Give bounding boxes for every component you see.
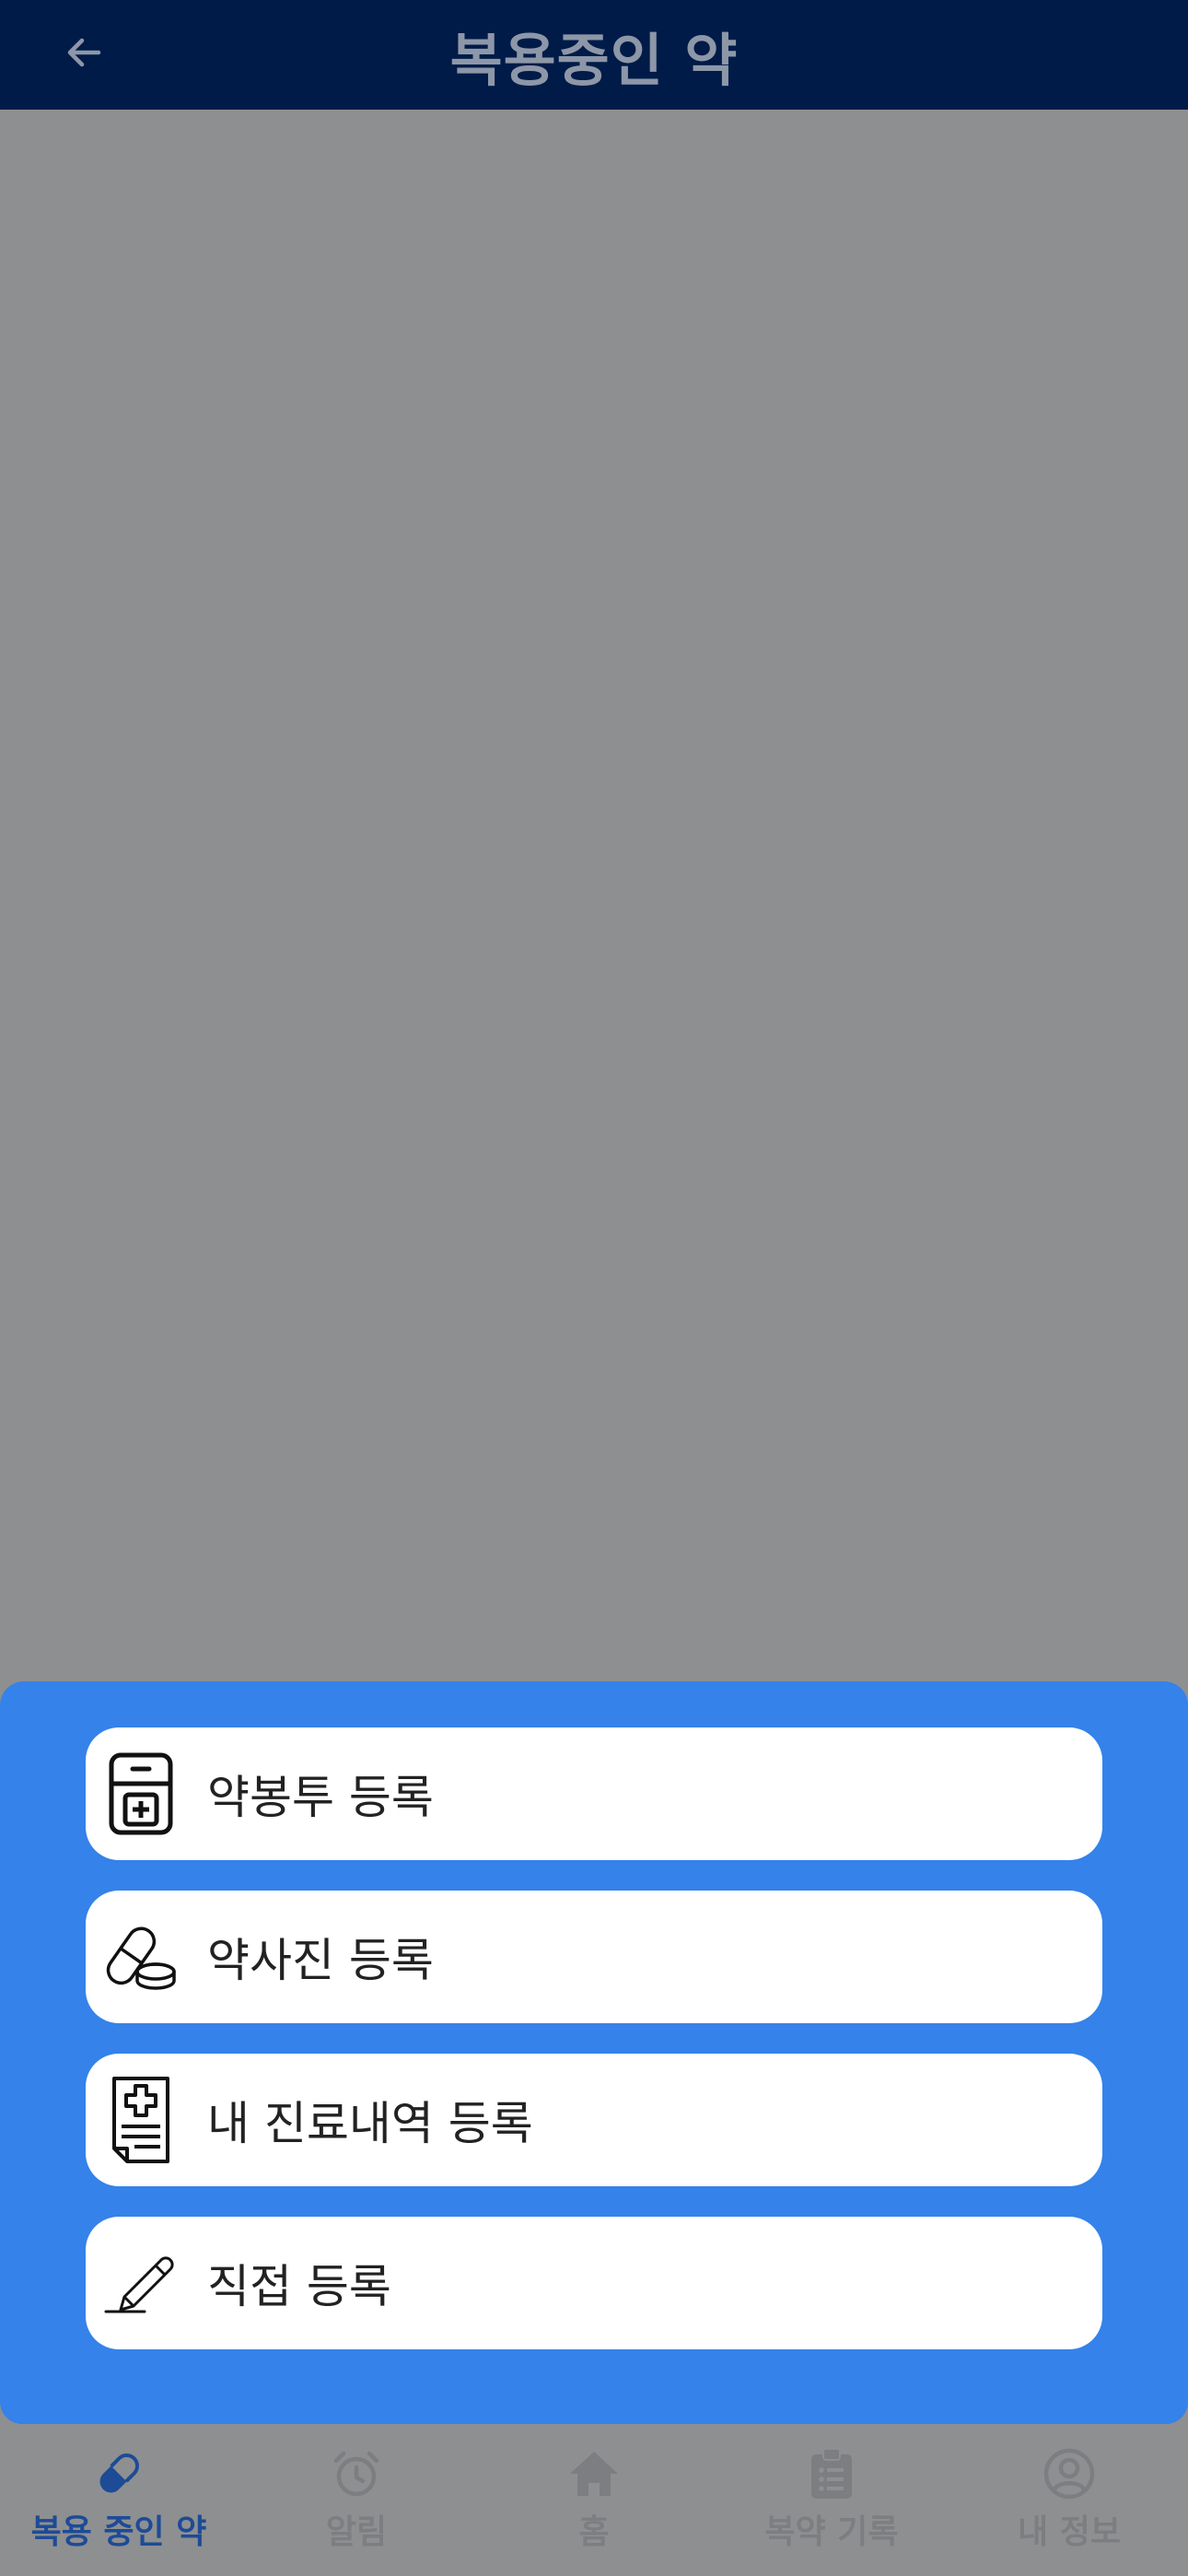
medicine-envelope-icon [104,1750,178,1838]
back-button[interactable] [55,26,112,83]
dimmed-overlay[interactable] [0,110,1188,1681]
page-title: 복용중인 약 [449,26,739,94]
option-label: 내 진료내역 등록 [207,2097,533,2150]
tab-label: 알림 [325,2513,388,2551]
option-label: 약사진 등록 [207,1934,434,1987]
pencil-icon [104,2239,178,2327]
app-header: 복용중인 약 [0,0,1188,110]
tab-current-medicine[interactable]: 복용 중인 약 [0,2424,238,2576]
pill-icon [91,2446,146,2501]
home-icon [566,2446,622,2501]
option-label: 약봉투 등록 [207,1771,434,1824]
tab-label: 내 정보 [1018,2513,1121,2551]
tab-label: 복용 중인 약 [30,2513,207,2551]
tab-medication-record[interactable]: 복약 기록 [713,2424,950,2576]
option-label: 직접 등록 [207,2260,391,2313]
tab-alarm[interactable]: 알림 [238,2424,475,2576]
register-manual-option[interactable]: 직접 등록 [86,2217,1102,2349]
tab-label: 홈 [578,2513,610,2551]
pill-capsule-icon [104,1913,178,2001]
tab-label: 복약 기록 [764,2513,899,2551]
user-circle-icon [1042,2446,1097,2501]
register-photo-option[interactable]: 약사진 등록 [86,1891,1102,2023]
register-envelope-option[interactable]: 약봉투 등록 [86,1727,1102,1860]
tab-home[interactable]: 홈 [475,2424,713,2576]
arrow-left-icon [62,30,106,78]
bottom-tab-bar: 복용 중인 약 알림 홈 복약 기록 내 정보 [0,2424,1188,2576]
register-medical-record-option[interactable]: 내 진료내역 등록 [86,2054,1102,2186]
register-bottom-sheet: 약봉투 등록 약사진 등록 내 진료내역 등록 직접 등록 [0,1681,1188,2424]
alarm-clock-icon [329,2446,384,2501]
medical-record-icon [104,2076,178,2164]
clipboard-icon [804,2446,859,2501]
tab-my-info[interactable]: 내 정보 [950,2424,1188,2576]
